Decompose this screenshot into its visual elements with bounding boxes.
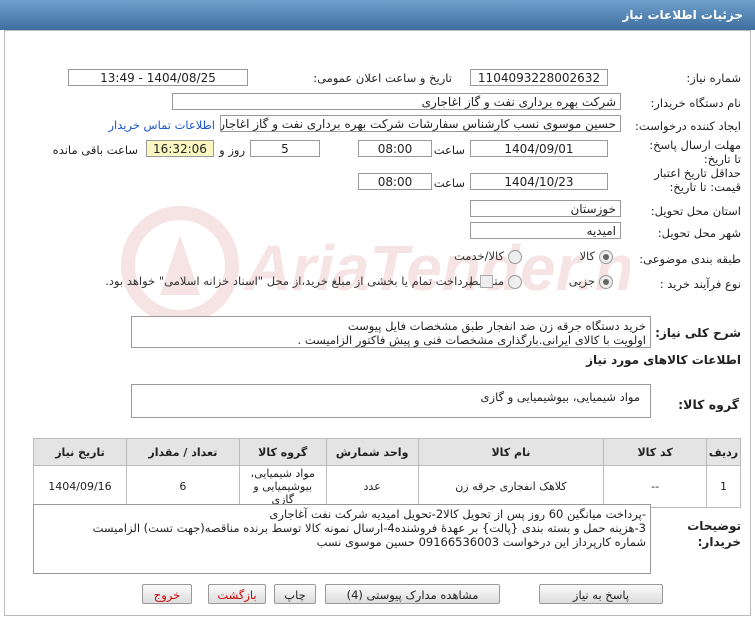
remaining-label: ساعت باقی مانده bbox=[52, 143, 138, 157]
window-title: جزئیات اطلاعات نیاز bbox=[622, 8, 743, 22]
process-option-minor[interactable]: جزیی bbox=[569, 274, 613, 289]
goods-table: ردیف کد کالا نام کالا واحد شمارش گروه کا… bbox=[33, 438, 741, 508]
deadline-time-field[interactable]: 08:00 bbox=[358, 140, 432, 157]
category-option-goods-service[interactable]: کالا/خدمت bbox=[454, 249, 522, 264]
validity-time-field[interactable]: 08:00 bbox=[358, 173, 432, 190]
table-header-row: ردیف کد کالا نام کالا واحد شمارش گروه کا… bbox=[33, 438, 741, 466]
city-field[interactable]: امیدیه bbox=[470, 222, 621, 239]
city-label: شهر محل تحویل: bbox=[657, 226, 741, 240]
validity-date-field[interactable]: 1404/10/23 bbox=[470, 173, 608, 190]
deadline-time-label: ساعت bbox=[433, 143, 465, 157]
table-row[interactable]: 1 -- کلاهک انفجاری جرقه زن عدد مواد شیمی… bbox=[33, 465, 741, 508]
checkbox-icon[interactable] bbox=[480, 275, 493, 288]
radio-selected-icon[interactable] bbox=[599, 249, 613, 264]
buyer-notes-label: توضیحات خریدار: bbox=[687, 519, 741, 549]
col-header-need-date: تاریخ نیاز bbox=[33, 438, 127, 466]
need-number-label: شماره نیاز: bbox=[686, 71, 741, 85]
radio-icon[interactable] bbox=[508, 274, 522, 289]
buyer-org-label: نام دستگاه خریدار: bbox=[650, 96, 741, 110]
process-label: نوع فرآیند خرید : bbox=[659, 277, 741, 291]
view-attachments-button[interactable]: مشاهده مدارک پیوستی (4) bbox=[325, 584, 500, 604]
category-label: طبقه بندی موضوعی: bbox=[639, 252, 741, 266]
cell-need-date: 1404/09/16 bbox=[33, 465, 127, 508]
province-label: استان محل تحویل: bbox=[650, 204, 741, 218]
days-label: روز و bbox=[219, 143, 245, 157]
announce-field[interactable]: 1404/08/25 - 13:49 bbox=[68, 69, 248, 86]
col-header-row-number: ردیف bbox=[706, 438, 741, 466]
announce-label: تاریخ و ساعت اعلان عمومی: bbox=[313, 71, 452, 85]
days-field[interactable]: 5 bbox=[250, 140, 320, 157]
cell-code: -- bbox=[603, 465, 708, 508]
buyer-contact-link[interactable]: اطلاعات تماس خریدار bbox=[108, 118, 215, 132]
col-header-code: کد کالا bbox=[603, 438, 708, 466]
col-header-name: نام کالا bbox=[417, 438, 605, 466]
col-header-quantity: تعداد / مقدار bbox=[125, 438, 240, 466]
creator-label: ایجاد کننده درخواست: bbox=[635, 119, 741, 133]
buyer-notes-field[interactable]: -پرداخت میانگین 60 روز پس از تحویل کالا2… bbox=[33, 504, 651, 574]
validity-label: حداقل تاریخ اعتبار قیمت: تا تاریخ: bbox=[654, 166, 741, 194]
category-option-goods[interactable]: کالا bbox=[579, 249, 613, 264]
goods-group-label: گروه کالا: bbox=[678, 397, 739, 412]
print-button[interactable]: چاپ bbox=[274, 584, 316, 604]
col-header-group: گروه کالا bbox=[238, 438, 327, 466]
goods-group-field[interactable]: مواد شیمیایی، بیوشیمیایی و گازی bbox=[131, 384, 651, 418]
cell-quantity: 6 bbox=[125, 465, 240, 508]
goods-section-title: اطلاعات کالاهای مورد نیاز bbox=[586, 353, 741, 367]
treasury-payment-note[interactable]: پرداخت تمام یا بخشی از مبلغ خرید،از محل … bbox=[105, 274, 493, 288]
buyer-org-field[interactable]: شرکت بهره برداری نفت و گاز اغاجاری bbox=[172, 93, 621, 110]
cell-unit: عدد bbox=[325, 465, 419, 508]
province-field[interactable]: خوزستان bbox=[470, 200, 621, 217]
cell-group: مواد شیمیایی، بیوشیمیایی و گازی bbox=[238, 465, 327, 508]
radio-selected-icon[interactable] bbox=[599, 274, 613, 289]
radio-icon[interactable] bbox=[508, 249, 522, 264]
exit-button[interactable]: خروج bbox=[142, 584, 192, 604]
cell-row-number: 1 bbox=[706, 465, 741, 508]
summary-field[interactable]: خرید دستگاه جرقه زن ضد انفجار طبق مشخصات… bbox=[131, 316, 651, 348]
validity-time-label: ساعت bbox=[433, 176, 465, 190]
col-header-unit: واحد شمارش bbox=[325, 438, 419, 466]
reply-button[interactable]: پاسخ به نیاز bbox=[539, 584, 663, 604]
cell-name: کلاهک انفجاری جرقه زن bbox=[417, 465, 605, 508]
need-number-field[interactable]: 1104093228002632 bbox=[470, 69, 608, 86]
window-titlebar: جزئیات اطلاعات نیاز bbox=[0, 0, 755, 30]
deadline-date-field[interactable]: 1404/09/01 bbox=[470, 140, 608, 157]
deadline-label: مهلت ارسال پاسخ: تا تاریخ: bbox=[649, 138, 741, 166]
creator-field[interactable]: حسین موسوی نسب کارشناس سفارشات شرکت بهره… bbox=[220, 115, 621, 132]
back-button[interactable]: بازگشت bbox=[208, 584, 266, 604]
remaining-time-field: 16:32:06 bbox=[146, 140, 214, 157]
summary-label: شرح کلی نیاز: bbox=[655, 326, 741, 340]
